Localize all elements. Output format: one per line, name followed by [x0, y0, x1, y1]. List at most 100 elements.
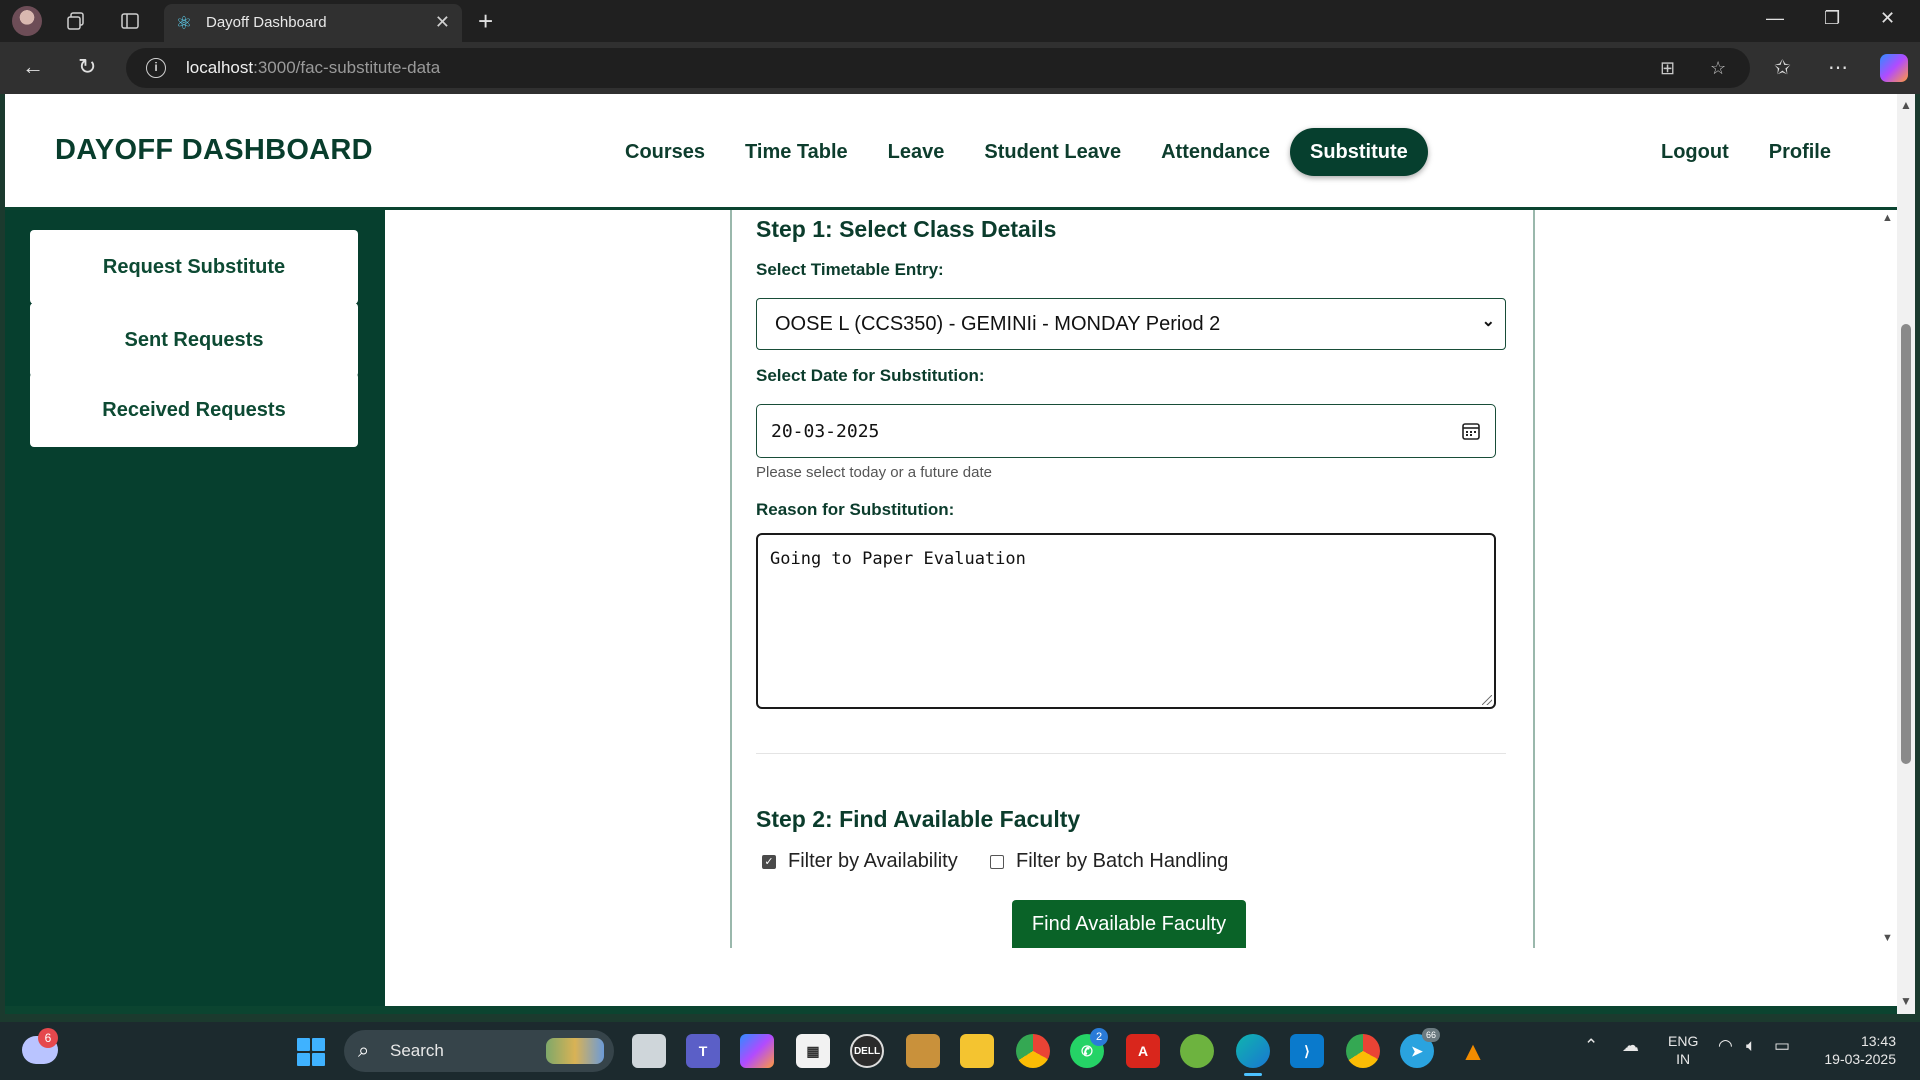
nav-right: Logout Profile [1641, 128, 1851, 176]
game-app-icon[interactable] [906, 1034, 940, 1068]
timetable-label: Select Timetable Entry: [756, 260, 944, 279]
find-available-faculty-button[interactable]: Find Available Faculty [1012, 900, 1246, 948]
tab-title: Dayoff Dashboard [206, 14, 327, 31]
scroll-up-icon[interactable]: ▲ [1900, 98, 1912, 112]
nav-attendance[interactable]: Attendance [1141, 128, 1290, 176]
chrome-profile-icon[interactable] [1346, 1034, 1380, 1068]
date-input[interactable]: 20-03-2025 [756, 404, 1496, 458]
vscode-icon[interactable]: ⟩ [1290, 1034, 1324, 1068]
nav-time-table[interactable]: Time Table [725, 128, 868, 176]
dell-icon[interactable]: DELL [850, 1034, 884, 1068]
scrollbar-thumb[interactable] [1901, 324, 1911, 764]
filter-availability-checkbox[interactable]: ✓ [762, 854, 776, 869]
step1-heading: Step 1: Select Class Details [756, 216, 1057, 242]
sidebar-item-received-requests[interactable]: Received Requests [30, 373, 358, 447]
filter-availability-label[interactable]: Filter by Availability [788, 850, 958, 873]
app-available-icon[interactable]: ⊞ [1660, 58, 1675, 79]
chrome-icon[interactable] [1016, 1034, 1050, 1068]
weather-badge: 6 [38, 1028, 58, 1048]
sidebar-item-sent-requests[interactable]: Sent Requests [30, 303, 358, 377]
nav-substitute[interactable]: Substitute [1290, 128, 1428, 176]
telegram-badge: 66 [1422, 1028, 1440, 1042]
filter-batch-label[interactable]: Filter by Batch Handling [1016, 850, 1228, 873]
substitute-form: Step 1: Select Class Details Select Time… [730, 210, 1535, 948]
resize-handle-icon[interactable] [1482, 695, 1492, 705]
favorites-icon[interactable]: ✩ [1774, 55, 1791, 80]
top-navbar: DAYOFF DASHBOARD Courses Time Table Leav… [5, 94, 1897, 210]
show-hidden-icons[interactable]: ⌃ [1584, 1036, 1598, 1056]
more-options-icon[interactable]: ⋯ [1828, 55, 1848, 80]
calendar-icon[interactable] [1461, 421, 1481, 441]
page-viewport: DAYOFF DASHBOARD Courses Time Table Leav… [5, 94, 1897, 1014]
reason-textarea[interactable]: Going to Paper Evaluation [756, 533, 1496, 709]
vertical-tabs-icon[interactable] [118, 9, 142, 33]
sidebar-item-request-substitute[interactable]: Request Substitute [30, 230, 358, 304]
system-clock[interactable]: 13:43 19-03-2025 [1816, 1032, 1896, 1068]
timetable-select[interactable]: OOSE L (CCS350) - GEMINIi - MONDAY Perio… [756, 298, 1506, 350]
reason-label: Reason for Substitution: [756, 500, 955, 519]
close-tab-icon[interactable]: ✕ [435, 12, 450, 33]
address-bar[interactable]: i localhost:3000/fac-substitute-data ⊞ ☆ [126, 48, 1750, 88]
step2-heading: Step 2: Find Available Faculty [756, 806, 1081, 832]
scroll-down-icon[interactable]: ▼ [1900, 994, 1912, 1008]
language-indicator[interactable]: ENG IN [1668, 1032, 1698, 1068]
copilot-app-icon[interactable] [740, 1034, 774, 1068]
favorite-star-icon[interactable]: ☆ [1710, 58, 1726, 79]
new-tab-icon[interactable]: + [478, 6, 493, 37]
store-icon[interactable]: ▦ [796, 1034, 830, 1068]
edge-icon[interactable] [1236, 1034, 1270, 1068]
workspaces-icon[interactable] [64, 9, 88, 33]
scroll-down-icon[interactable]: ▼ [1882, 932, 1893, 944]
vlc-icon[interactable]: ▲ [1456, 1034, 1490, 1068]
browser-toolbar: ← ↻ i localhost:3000/fac-substitute-data… [0, 42, 1920, 94]
sidebar: Request Substitute Sent Requests Receive… [5, 210, 385, 1006]
nav-logout[interactable]: Logout [1641, 128, 1749, 176]
page-scrollbar[interactable]: ▲ ▼ [1897, 94, 1915, 1014]
browser-titlebar: ⚛ Dayoff Dashboard ✕ + — ❐ ✕ [0, 0, 1920, 42]
windows-start-icon[interactable] [297, 1038, 325, 1066]
spring-tool-icon[interactable] [1180, 1034, 1214, 1068]
site-info-icon[interactable]: i [146, 58, 166, 78]
reload-icon[interactable]: ↻ [78, 54, 96, 80]
task-view-icon[interactable] [632, 1034, 666, 1068]
url-text: localhost:3000/fac-substitute-data [186, 58, 441, 77]
taskbar-search[interactable]: ⌕ Search [344, 1030, 614, 1072]
windows-taskbar: 6 ⌕ Search T ▦ DELL ✆ 2 A ⟩ ➤ 66 ▲ ⌃ ☁ E… [0, 1022, 1920, 1080]
nav-courses[interactable]: Courses [605, 128, 725, 176]
wifi-icon[interactable]: ◠ [1718, 1036, 1733, 1056]
close-window-icon[interactable]: ✕ [1880, 8, 1895, 29]
nav-student-leave[interactable]: Student Leave [964, 128, 1141, 176]
onedrive-icon[interactable]: ☁ [1622, 1036, 1639, 1056]
battery-icon[interactable]: ▭ [1774, 1036, 1790, 1056]
teams-icon[interactable]: T [686, 1034, 720, 1068]
reason-textarea-value: Going to Paper Evaluation [770, 549, 1026, 569]
file-explorer-icon[interactable] [960, 1034, 994, 1068]
scroll-up-icon[interactable]: ▲ [1882, 212, 1893, 224]
copilot-icon[interactable] [1880, 54, 1908, 82]
filter-batch-checkbox[interactable] [990, 854, 1004, 869]
page-footer-band [5, 1006, 1897, 1014]
search-highlight-image [546, 1038, 604, 1064]
nav-profile[interactable]: Profile [1749, 128, 1851, 176]
acrobat-icon[interactable]: A [1126, 1034, 1160, 1068]
inner-scrollbar[interactable]: ▲ ▼ [1880, 210, 1897, 948]
brand-title: DAYOFF DASHBOARD [55, 134, 373, 166]
section-divider [756, 753, 1506, 754]
react-icon: ⚛ [175, 13, 193, 33]
timetable-select-value: OOSE L (CCS350) - GEMINIi - MONDAY Perio… [775, 313, 1221, 335]
volume-icon[interactable]: 🔈︎ [1746, 1036, 1756, 1056]
chevron-down-icon: ⌄ [1481, 313, 1495, 330]
browser-tab[interactable]: ⚛ Dayoff Dashboard ✕ [164, 4, 462, 42]
date-hint: Please select today or a future date [756, 464, 992, 481]
whatsapp-badge: 2 [1090, 1028, 1108, 1046]
main-nav: Courses Time Table Leave Student Leave A… [605, 128, 1428, 176]
search-label: Search [390, 1041, 444, 1060]
profile-avatar[interactable] [12, 6, 42, 36]
minimize-icon[interactable]: — [1766, 8, 1784, 29]
nav-leave[interactable]: Leave [868, 128, 965, 176]
filter-availability-row[interactable]: ✓ Filter by Availability [762, 850, 958, 873]
back-icon[interactable]: ← [22, 54, 44, 80]
date-input-value: 20-03-2025 [771, 421, 880, 442]
restore-icon[interactable]: ❐ [1824, 8, 1840, 29]
filter-batch-row[interactable]: Filter by Batch Handling [990, 850, 1228, 873]
